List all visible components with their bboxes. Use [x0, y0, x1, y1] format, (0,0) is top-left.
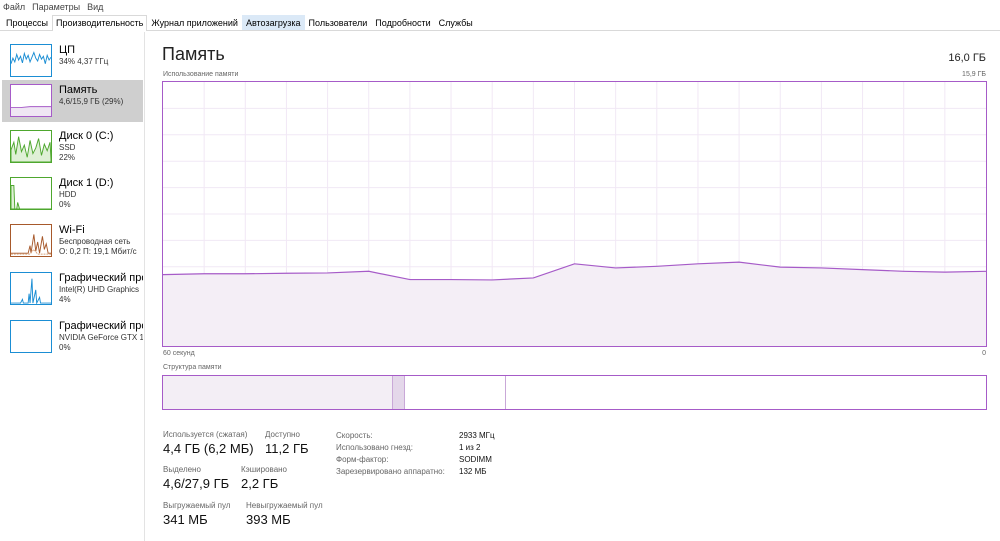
- sidebar-item-disk-0[interactable]: Диск 0 (C:) SSD 22%: [2, 126, 143, 168]
- sidebar-item-detail: SSD: [59, 143, 76, 152]
- menu-view[interactable]: Вид: [87, 2, 103, 12]
- sidebar-item-title: Диск 0 (C:): [59, 130, 114, 142]
- tab-services[interactable]: Службы: [435, 15, 477, 30]
- tab-startup[interactable]: Автозагрузка: [241, 15, 305, 30]
- stat-value: 4,6/27,9 ГБ: [163, 476, 230, 491]
- composition-in-use[interactable]: [163, 376, 393, 409]
- tab-users[interactable]: Пользователи: [305, 15, 372, 30]
- time-range-label: 60 секунд: [163, 350, 195, 357]
- prop-value: 1 из 2: [459, 443, 481, 452]
- sidebar-item-title: Графический процессор 1: [59, 320, 143, 332]
- stat-label: Кэшировано: [241, 465, 288, 474]
- prop-key: Использовано гнезд:: [336, 443, 413, 452]
- stat-in-use: Используется (сжатая) 4,4 ГБ (6,2 МБ): [163, 430, 254, 456]
- tab-processes[interactable]: Процессы: [2, 15, 52, 30]
- usage-area: [163, 262, 986, 346]
- memory-composition-bar: [162, 375, 987, 410]
- memory-usage-chart: [163, 82, 986, 346]
- stat-committed: Выделено 4,6/27,9 ГБ: [163, 465, 229, 491]
- gpu0-thumbnail: [10, 272, 52, 305]
- sidebar-item-gpu-1[interactable]: Графический процессор 1 NVIDIA GeForce G…: [2, 316, 143, 358]
- sidebar-item-memory[interactable]: Память 4,6/15,9 ГБ (29%): [2, 80, 143, 122]
- sidebar-item-title: Wi-Fi: [59, 224, 85, 236]
- sidebar-item-gpu-0[interactable]: Графический процессор 0 Intel(R) UHD Gra…: [2, 268, 143, 310]
- page-title: Память: [162, 44, 225, 64]
- stat-value: 4,4 ГБ (6,2 МБ): [163, 441, 254, 456]
- stat-value: 11,2 ГБ: [265, 441, 309, 456]
- composition-standby[interactable]: [405, 376, 506, 409]
- stat-label: Выгружаемый пул: [163, 501, 231, 510]
- cpu-thumbnail: [10, 44, 52, 77]
- usage-max-label: 15,9 ГБ: [962, 71, 986, 78]
- menu-file[interactable]: Файл: [3, 2, 25, 12]
- sidebar-item-title: Память: [59, 84, 98, 96]
- stat-value: 2,2 ГБ: [241, 476, 279, 491]
- tab-app-history[interactable]: Журнал приложений: [147, 15, 242, 30]
- prop-value: 2933 МГц: [459, 431, 495, 440]
- prop-value: SODIMM: [459, 455, 492, 464]
- prop-slots: Использовано гнезд: 1 из 2: [336, 442, 495, 454]
- sidebar-item-detail: Intel(R) UHD Graphics: [59, 285, 140, 294]
- menu-bar: Файл Параметры Вид: [0, 0, 1000, 14]
- memory-properties: Скорость: 2933 МГц Использовано гнезд: 1…: [336, 430, 495, 478]
- stat-label: Невыгружаемый пул: [246, 501, 323, 510]
- sidebar-item-detail: Беспроводная сеть: [59, 237, 131, 246]
- sidebar-item-title: ЦП: [59, 44, 76, 56]
- sidebar-item-detail: 34% 4,37 ГГц: [59, 57, 109, 66]
- stat-value: 341 МБ: [163, 512, 208, 527]
- sidebar: ЦП 34% 4,37 ГГц Память 4,6/15,9 ГБ (29%)…: [0, 32, 145, 541]
- disk0-thumbnail: [10, 130, 52, 163]
- stat-available: Доступно 11,2 ГБ: [265, 430, 309, 456]
- sidebar-item-usage: 0%: [59, 200, 71, 209]
- time-end-label: 0: [982, 350, 986, 357]
- sidebar-item-usage: 4%: [59, 295, 71, 304]
- stat-label: Выделено: [163, 465, 201, 474]
- sidebar-item-throughput: О: 0,2 П: 19,1 Мбит/с: [59, 247, 137, 256]
- memory-usage-graph: [162, 81, 987, 347]
- prop-hardware-reserved: Зарезервировано аппаратно: 132 МБ: [336, 466, 495, 478]
- wifi-thumbnail: [10, 224, 52, 257]
- sidebar-item-title: Графический процессор 0: [59, 272, 143, 284]
- prop-speed: Скорость: 2933 МГц: [336, 430, 495, 442]
- sidebar-item-detail: HDD: [59, 190, 77, 199]
- stat-value: 393 МБ: [246, 512, 291, 527]
- stat-label: Доступно: [265, 430, 300, 439]
- sidebar-item-detail: NVIDIA GeForce GTX 1650: [59, 333, 143, 342]
- prop-key: Форм-фактор:: [336, 455, 389, 464]
- composition-modified[interactable]: [393, 376, 405, 409]
- sidebar-item-detail: 4,6/15,9 ГБ (29%): [59, 97, 124, 106]
- tab-details[interactable]: Подробности: [371, 15, 434, 30]
- structure-label: Структура памяти: [163, 364, 222, 371]
- disk1-thumbnail: [10, 177, 52, 210]
- stat-cached: Кэшировано 2,2 ГБ: [241, 465, 287, 491]
- sidebar-item-wifi[interactable]: Wi-Fi Беспроводная сеть О: 0,2 П: 19,1 М…: [2, 220, 143, 262]
- stat-label: Используется (сжатая): [163, 430, 248, 439]
- stat-paged-pool: Выгружаемый пул 341 МБ: [163, 501, 230, 527]
- tab-performance[interactable]: Производительность: [52, 15, 148, 31]
- total-memory: 16,0 ГБ: [948, 52, 986, 64]
- tab-bar: Процессы Производительность Журнал прило…: [0, 15, 1000, 31]
- sidebar-item-disk-1[interactable]: Диск 1 (D:) HDD 0%: [2, 173, 143, 215]
- menu-options[interactable]: Параметры: [32, 2, 80, 12]
- gpu1-thumbnail: [10, 320, 52, 353]
- sidebar-item-title: Диск 1 (D:): [59, 177, 114, 189]
- prop-form-factor: Форм-фактор: SODIMM: [336, 454, 495, 466]
- sidebar-item-usage: 0%: [59, 343, 71, 352]
- composition-free[interactable]: [506, 376, 986, 409]
- prop-key: Зарезервировано аппаратно:: [336, 467, 445, 476]
- sidebar-item-cpu[interactable]: ЦП 34% 4,37 ГГц: [2, 40, 143, 82]
- memory-thumbnail: [10, 84, 52, 117]
- usage-label: Использование памяти: [163, 71, 239, 78]
- stat-nonpaged-pool: Невыгружаемый пул 393 МБ: [246, 501, 323, 527]
- sidebar-item-usage: 22%: [59, 153, 76, 162]
- prop-value: 132 МБ: [459, 467, 487, 476]
- prop-key: Скорость:: [336, 431, 373, 440]
